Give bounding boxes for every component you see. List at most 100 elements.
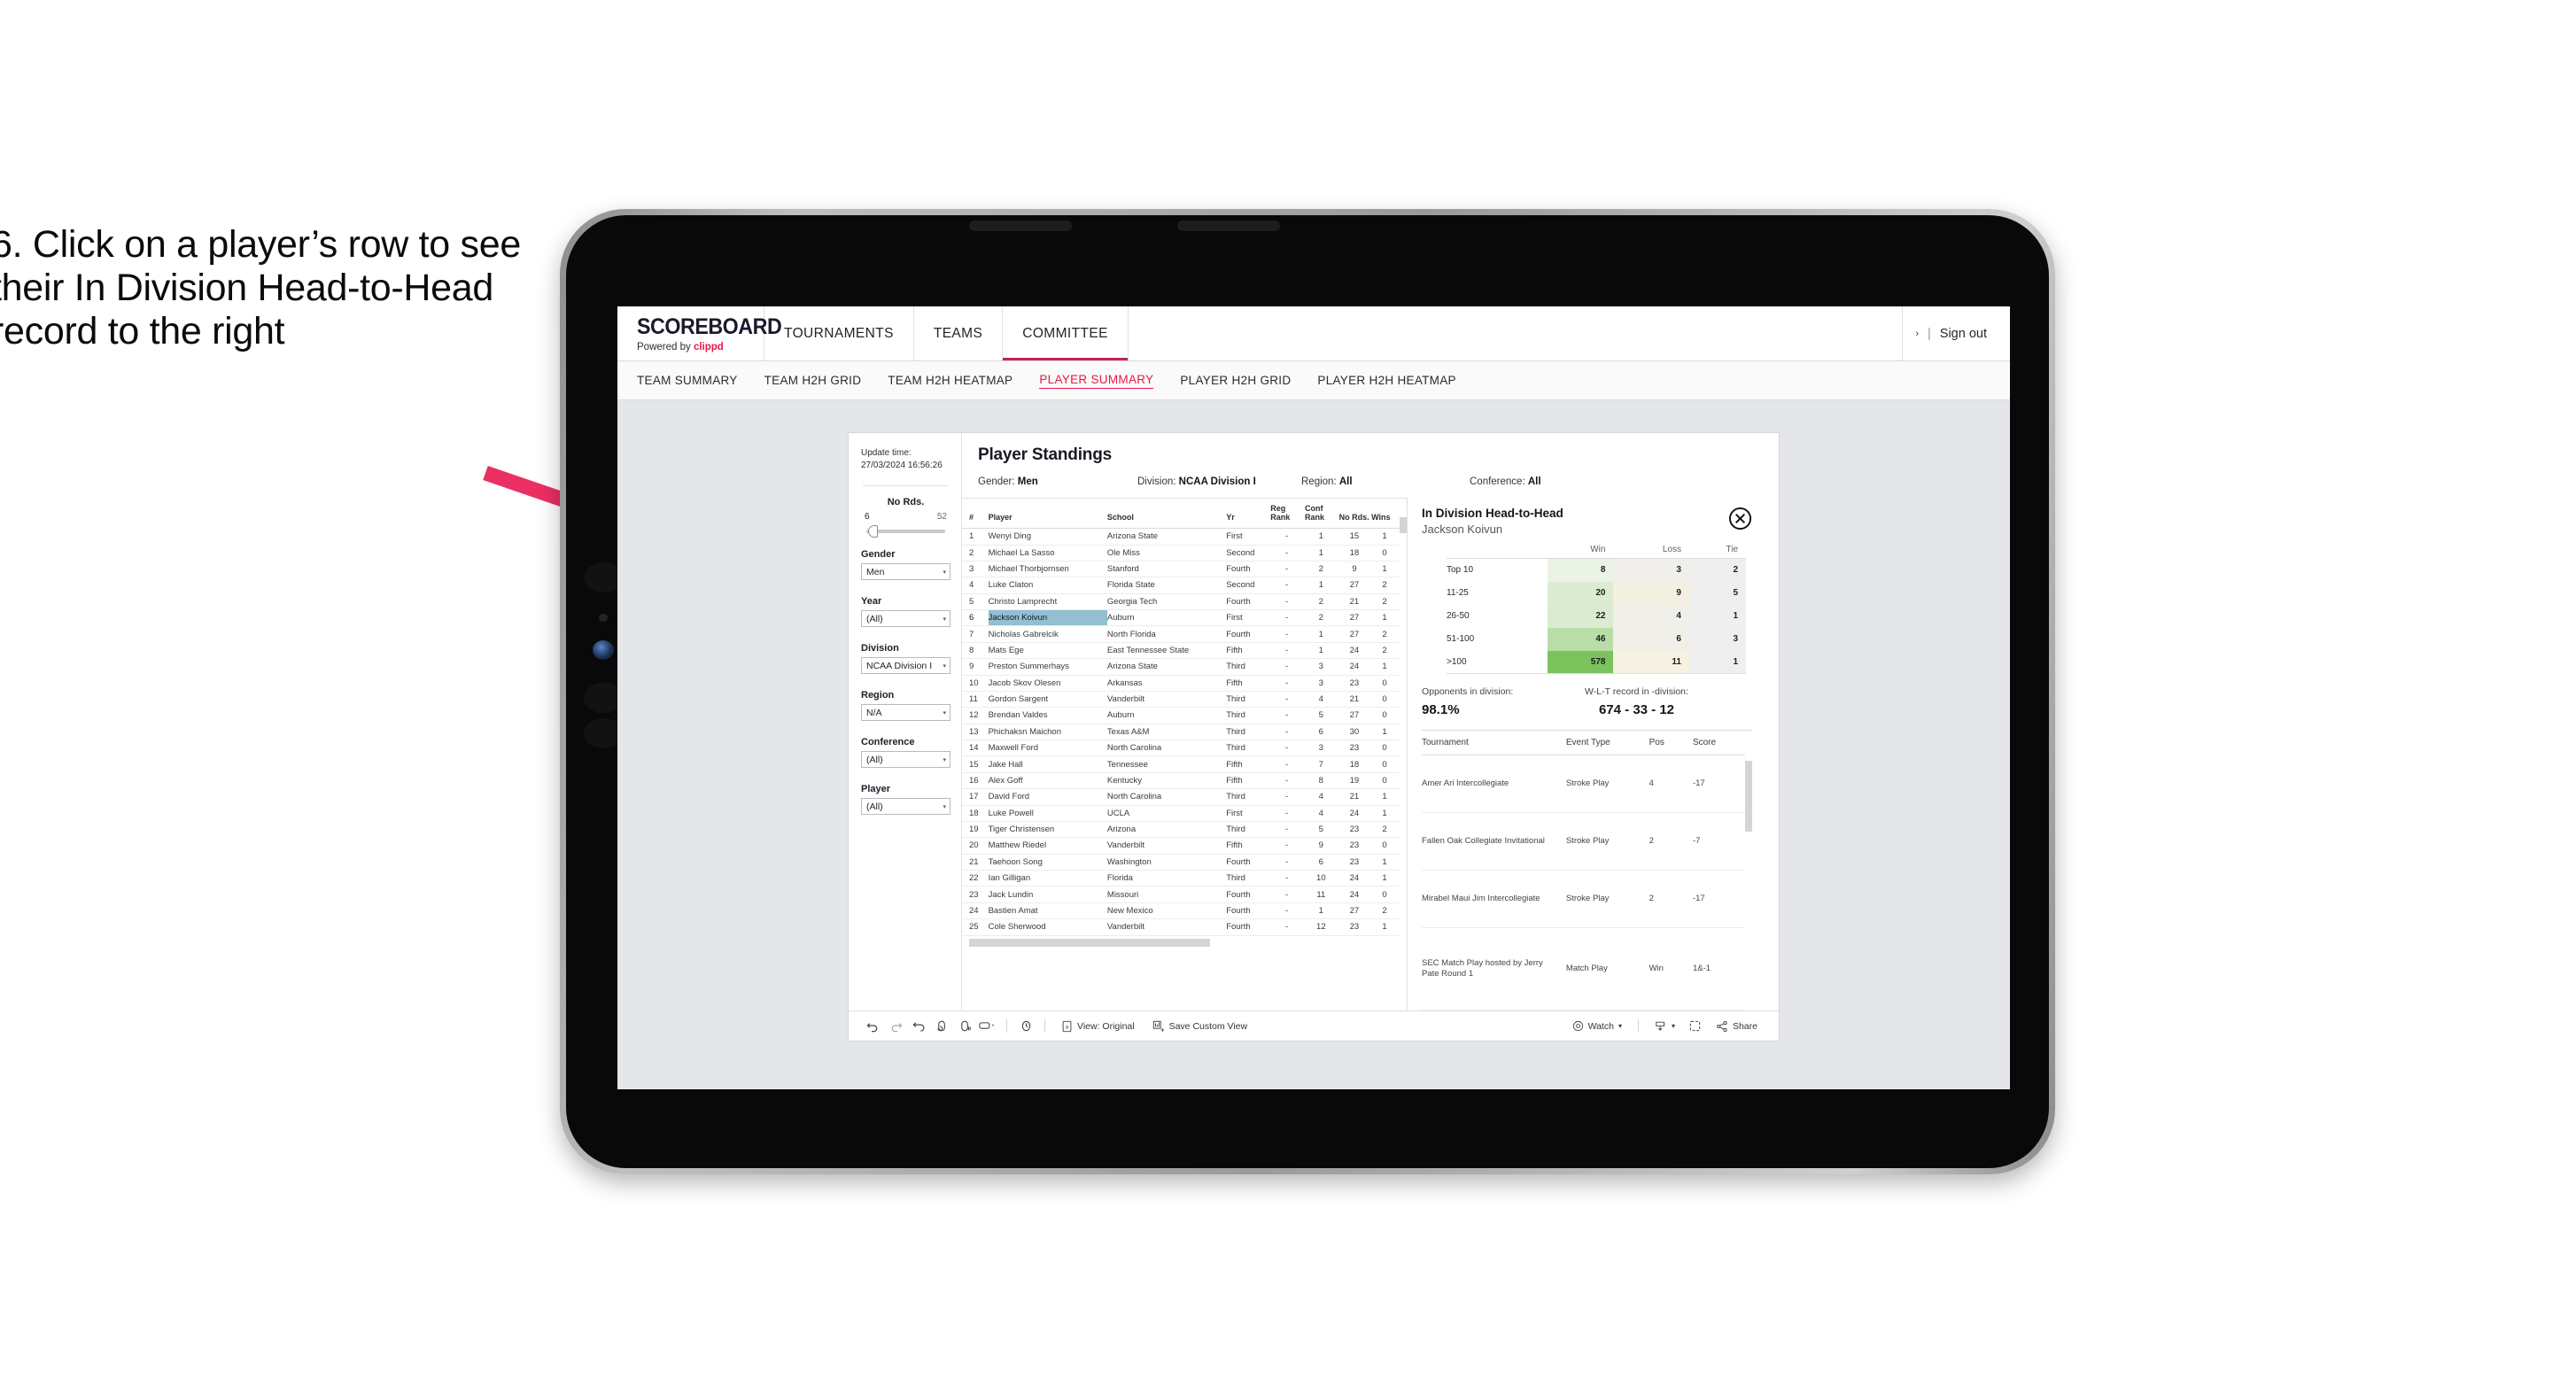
h2h-cell-win[interactable]: 22 — [1547, 604, 1614, 628]
filter-conference-select[interactable]: (All) ▾ — [861, 751, 950, 768]
h2h-cell-tie[interactable]: 1 — [1688, 650, 1746, 674]
h2h-cell-tie[interactable]: 5 — [1688, 581, 1746, 605]
filter-year-select[interactable]: (All) ▾ — [861, 610, 950, 627]
table-row[interactable]: 18 Luke Powell UCLA First -4 24 1 — [962, 805, 1400, 822]
table-row[interactable]: 16 Alex Goff Kentucky Fifth -8 19 0 — [962, 772, 1400, 790]
h2h-cell-tie[interactable]: 1 — [1688, 604, 1746, 628]
table-row[interactable]: 11 Gordon Sargent Vanderbilt Third -4 21 0 — [962, 691, 1400, 708]
tournament-row[interactable]: SEC Match Play hosted by Jerry Pate Roun… — [1422, 927, 1746, 1011]
table-row[interactable]: 23 Jack Lundin Missouri Fourth -11 24 0 — [962, 886, 1400, 903]
table-row[interactable]: 10 Jacob Skov Olesen Arkansas Fifth -3 23 0 — [962, 675, 1400, 692]
h2h-cell-tie[interactable]: 3 — [1688, 627, 1746, 651]
no-rounds-slider-track[interactable] — [866, 525, 945, 538]
chevron-right-icon[interactable]: › — [1915, 329, 1919, 339]
download-button[interactable]: ▾ — [1646, 1020, 1684, 1033]
subnav-team-h2h-grid[interactable]: TEAM H2H GRID — [764, 374, 862, 387]
table-row[interactable]: 1 Wenyi Ding Arizona State First -1 15 1 — [962, 528, 1400, 546]
meta-gender-label: Gender: — [978, 476, 1018, 487]
table-row[interactable]: 19 Tiger Christensen Arizona Third -5 23 2 — [962, 821, 1400, 839]
refresh-data-icon[interactable] — [930, 1017, 953, 1036]
sign-out-link[interactable]: Sign out — [1940, 327, 1987, 341]
topnav-teams[interactable]: TEAMS — [914, 306, 1004, 360]
filter-region-value: N/A — [866, 707, 882, 718]
tournaments-scrollbar-track[interactable] — [1745, 731, 1753, 1010]
pause-updates-icon[interactable] — [953, 1017, 976, 1036]
table-row[interactable]: 24 Bastien Amat New Mexico Fourth -1 27 2 — [962, 902, 1400, 920]
subnav-team-summary[interactable]: TEAM SUMMARY — [637, 374, 738, 387]
table-row[interactable]: 8 Mats Ege East Tennessee State Fifth -1 24 2 — [962, 642, 1400, 660]
col-conf-rank[interactable]: Conf Rank — [1304, 499, 1339, 530]
subnav-player-summary[interactable]: PLAYER SUMMARY — [1039, 373, 1154, 389]
table-row[interactable]: 6 Jackson Koivun Auburn First -2 27 1 — [962, 609, 1400, 627]
tournament-row[interactable]: Mirabel Maui Jim Intercollegiate Stroke P… — [1422, 870, 1746, 928]
view-original-button[interactable]: a View: Original — [1052, 1020, 1144, 1033]
filter-player-select[interactable]: (All) ▾ — [861, 798, 950, 815]
vertical-scrollbar-track[interactable] — [1400, 498, 1407, 1010]
h2h-cell-loss[interactable]: 9 — [1613, 581, 1689, 605]
h2h-cell-win[interactable]: 8 — [1547, 558, 1614, 582]
tournaments-scrollbar-thumb[interactable] — [1745, 761, 1753, 832]
h2h-cell-win[interactable]: 46 — [1547, 627, 1614, 651]
filter-division-select[interactable]: NCAA Division I ▾ — [861, 657, 950, 674]
close-circle-icon[interactable] — [1728, 507, 1752, 530]
h2h-cell-loss[interactable]: 4 — [1613, 604, 1689, 628]
table-row[interactable]: 2 Michael La Sasso Ole Miss Second -1 18 0 — [962, 545, 1400, 561]
share-button[interactable]: Share — [1707, 1020, 1766, 1033]
col-no-rds[interactable]: No Rds. — [1338, 499, 1372, 530]
table-row[interactable]: 7 Nicholas Gabrelcik North Florida Fourth -1… — [962, 625, 1400, 643]
subnav-team-h2h-heatmap[interactable]: TEAM H2H HEATMAP — [888, 374, 1013, 387]
filter-gender-select[interactable]: Men ▾ — [861, 563, 950, 580]
subnav-player-h2h-heatmap[interactable]: PLAYER H2H HEATMAP — [1317, 374, 1455, 387]
undo-icon[interactable] — [861, 1017, 884, 1036]
filter-region-select[interactable]: N/A ▾ — [861, 704, 950, 721]
table-row[interactable]: 3 Michael Thorbjornsen Stanford Fourth -2 9 1 — [962, 561, 1400, 578]
table-row[interactable]: 17 David Ford North Carolina Third -4 21 1 — [962, 788, 1400, 806]
table-row[interactable]: 12 Brendan Valdes Auburn Third -5 27 0 — [962, 707, 1400, 724]
horizontal-scrollbar-thumb[interactable] — [969, 939, 1210, 948]
table-row[interactable]: 25 Cole Sherwood Vanderbilt Fourth -12 23 1 — [962, 918, 1400, 936]
table-row[interactable]: 9 Preston Summerhays Arizona State Third -3 2… — [962, 658, 1400, 676]
col-school[interactable]: School — [1106, 499, 1227, 530]
no-rounds-slider-handle[interactable] — [868, 525, 878, 538]
col-wins[interactable]: Wins — [1371, 499, 1400, 530]
h2h-cell-loss[interactable]: 3 — [1613, 558, 1689, 582]
scoreboard-logo[interactable]: SCOREBOARD Powered by clippd — [617, 306, 782, 360]
table-row[interactable]: 5 Christo Lamprecht Georgia Tech Fourth -2 21… — [962, 593, 1400, 611]
h2h-cell-tie[interactable]: 2 — [1688, 558, 1746, 582]
table-row[interactable]: 15 Jake Hall Tennessee Fifth -7 18 0 — [962, 755, 1400, 773]
h2h-cell-win[interactable]: 578 — [1547, 650, 1614, 674]
col-reg-rank[interactable]: Reg Rank — [1270, 499, 1305, 530]
col-event-type[interactable]: Event Type — [1565, 731, 1649, 755]
table-row[interactable]: 21 Taehoon Song Washington Fourth -6 23 1 — [962, 854, 1400, 871]
horizontal-scrollbar-track[interactable] — [962, 936, 1400, 950]
h2h-cell-loss[interactable]: 6 — [1613, 627, 1689, 651]
cell-wins: 1 — [1371, 724, 1400, 741]
table-row[interactable]: 13 Phichaksn Maichon Texas A&M Third -6 30 1 — [962, 724, 1400, 741]
table-row[interactable]: 4 Luke Claton Florida State Second -1 27 2 — [962, 577, 1400, 594]
watch-button[interactable]: Watch ▾ — [1563, 1020, 1631, 1032]
table-row[interactable]: 14 Maxwell Ford North Carolina Third -3 23 0 — [962, 739, 1400, 757]
h2h-cell-win[interactable]: 20 — [1547, 581, 1614, 605]
fullscreen-icon[interactable] — [1684, 1017, 1707, 1036]
device-layout-icon[interactable] — [976, 1017, 999, 1036]
vertical-scrollbar-thumb[interactable] — [1400, 517, 1407, 533]
topnav-committee[interactable]: COMMITTEE — [1003, 306, 1129, 360]
col-yr[interactable]: Yr — [1226, 499, 1271, 530]
col-player[interactable]: Player — [988, 499, 1107, 530]
cell-no-rds: 23 — [1338, 854, 1372, 871]
col-tournament[interactable]: Tournament — [1422, 731, 1566, 755]
redo-icon[interactable] — [884, 1017, 907, 1036]
topnav-tournaments[interactable]: TOURNAMENTS — [764, 306, 914, 360]
table-row[interactable]: 20 Matthew Riedel Vanderbilt Fifth -9 23 0 — [962, 837, 1400, 855]
tournament-row[interactable]: Fallen Oak Collegiate Invitational Stroke… — [1422, 812, 1746, 871]
tournament-row[interactable]: Amer Ari Intercollegiate Stroke Play 4 -17 — [1422, 755, 1746, 813]
revert-icon[interactable] — [907, 1017, 930, 1036]
table-row[interactable]: 22 Ian Gilligan Florida Third -10 24 1 — [962, 870, 1400, 887]
col-score[interactable]: Score — [1692, 731, 1746, 755]
clock-history-icon[interactable] — [1014, 1017, 1037, 1036]
col-pos[interactable]: Pos — [1649, 731, 1693, 755]
save-custom-view-button[interactable]: Save Custom View — [1144, 1020, 1257, 1033]
col-rank[interactable]: # — [962, 499, 989, 530]
subnav-player-h2h-grid[interactable]: PLAYER H2H GRID — [1180, 374, 1291, 387]
h2h-cell-loss[interactable]: 11 — [1613, 650, 1689, 674]
